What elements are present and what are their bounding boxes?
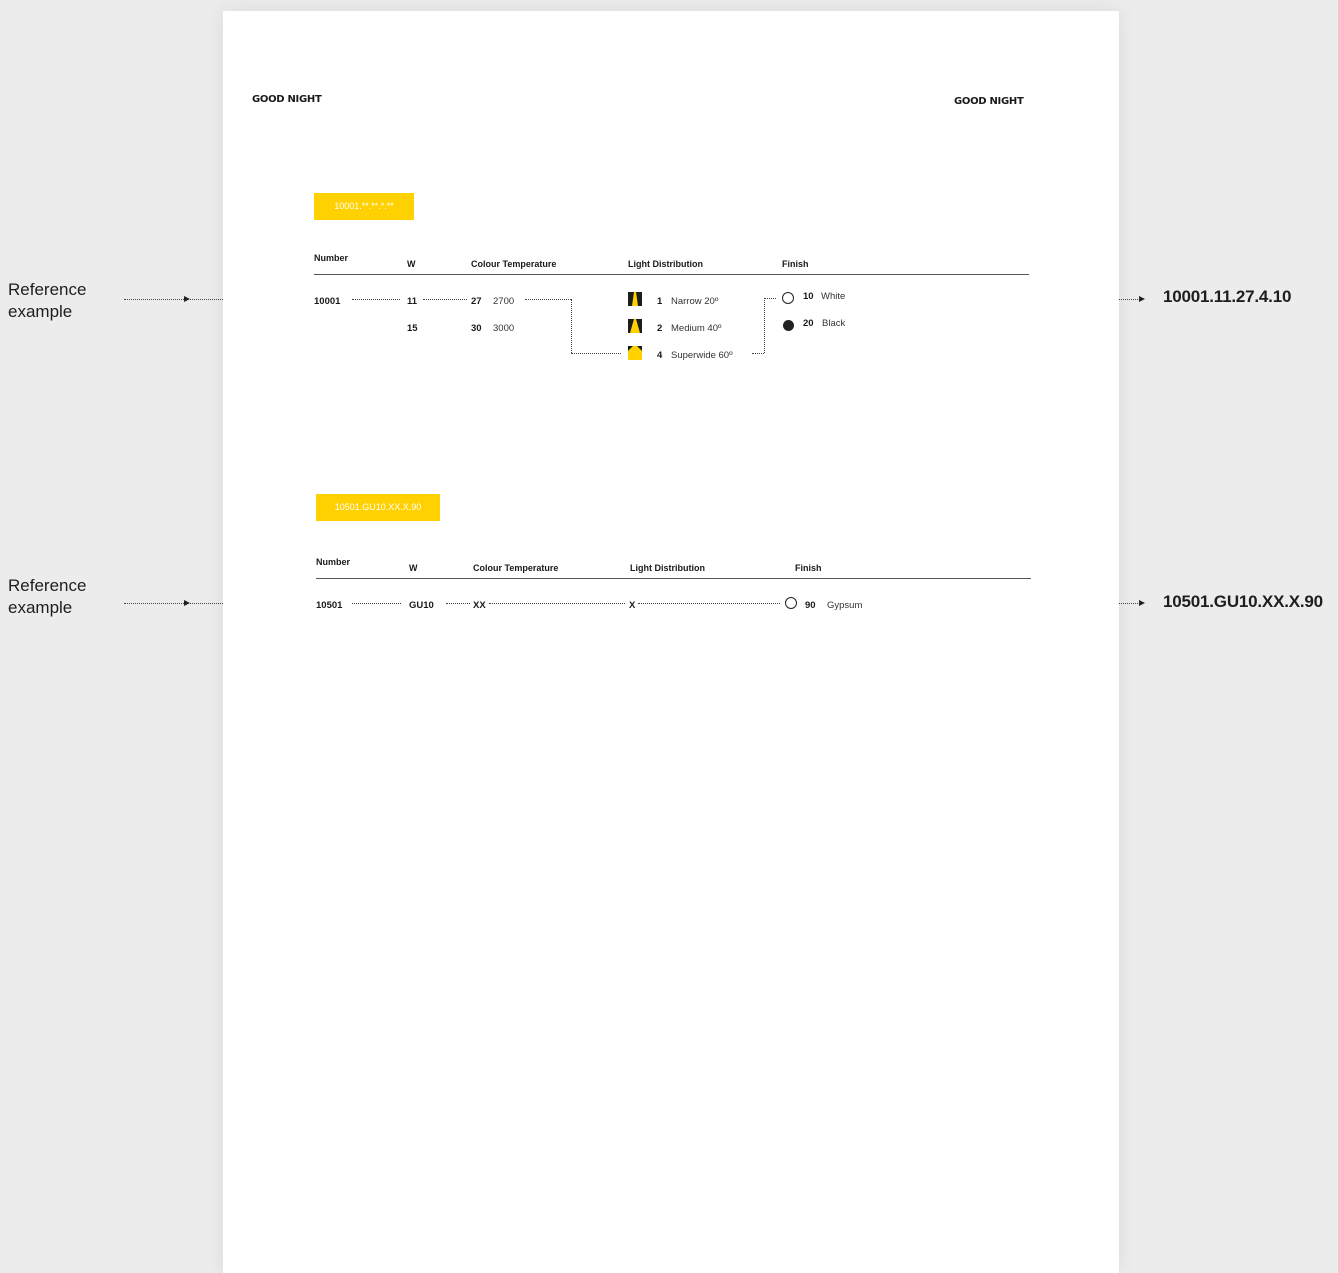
distribution-code-2: 2 [657,323,663,334]
reference-arrow-line-2 [124,603,184,604]
distribution-value: X [629,600,636,611]
connector [764,298,765,353]
connector [446,603,470,604]
header-colour-temperature: Colour Temperature [471,259,557,269]
distribution-label-2: Medium 40º [671,323,722,334]
connector [752,353,764,354]
number-value: 10501 [316,600,343,611]
temperature-code-1: 27 [471,296,482,307]
watt-option-2: 15 [407,323,418,334]
connector [423,299,467,300]
temperature-value-1: 2700 [493,296,515,307]
header-colour-temperature: Colour Temperature [473,563,559,573]
distribution-code-4: 4 [657,350,663,361]
distribution-code-1: 1 [657,296,663,307]
number-value: 10001 [314,296,341,307]
finish-code-1: 10 [803,291,814,302]
arrow-right-icon [1139,296,1145,302]
superwide-beam-icon [628,346,642,360]
connector [352,603,401,604]
open-circle-icon [782,292,794,304]
header-rule-2 [316,578,1031,579]
header-light-distribution: Light Distribution [630,563,705,573]
connector [525,299,571,300]
connector [638,603,780,604]
brand-left: GOOD NIGHT [252,94,322,105]
distribution-label-1: Narrow 20º [671,296,719,307]
header-number: Number [314,253,349,263]
temperature-value: XX [473,600,486,611]
header-light-distribution: Light Distribution [628,259,703,269]
result-code-2: 10501.GU10.XX.X.90 [1163,592,1323,611]
watt-value: GU10 [409,600,434,611]
brand-right: GOOD NIGHT [954,96,1024,107]
product-code-badge-1: 10001.**.**.*.** [314,193,414,220]
open-circle-icon [785,597,797,609]
connector [571,299,572,353]
arrow-right-icon [1139,600,1145,606]
temperature-value-2: 3000 [493,323,515,334]
connector [352,299,400,300]
header-w: W [407,259,416,269]
distribution-label-4: Superwide 60º [671,350,733,361]
header-w: W [409,563,418,573]
temperature-code-2: 30 [471,323,482,334]
watt-option-1: 11 [407,296,418,307]
narrow-beam-icon [628,292,642,306]
result-code-1: 10001.11.27.4.10 [1163,287,1292,306]
finish-code: 90 [805,600,816,611]
finish-label: Gypsum [827,600,863,611]
reference-arrow-line-1 [124,299,184,300]
product-code-badge-2: 10501.GU10.XX.X.90 [316,494,440,521]
connector [571,353,621,354]
filled-circle-icon [783,320,794,331]
header-finish: Finish [795,563,822,573]
header-rule-1 [314,274,1029,275]
reference-label-1: Reference example [8,280,87,321]
finish-label-1: White [821,291,846,302]
finish-label-2: Black [822,318,846,329]
header-finish: Finish [782,259,809,269]
connector [489,603,625,604]
reference-label-2: Reference example [8,576,87,617]
connector [764,298,776,299]
medium-beam-icon [628,319,642,333]
header-number: Number [316,557,351,567]
finish-code-2: 20 [803,318,814,329]
